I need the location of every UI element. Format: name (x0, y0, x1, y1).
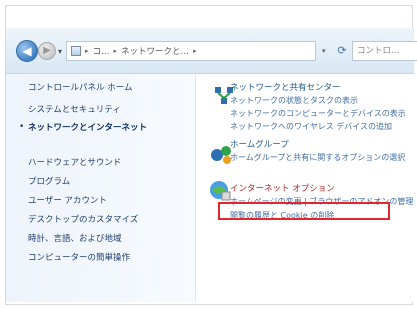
link-add-wireless-device[interactable]: ネットワークへのワイヤレス デバイスの追加 (230, 121, 392, 132)
sidebar: コントロールパネル ホーム システムとセキュリティ • ネットワークとインターネ… (6, 74, 196, 302)
navigation-toolbar: ◀ ▶ ▾ ▸ コ… ▸ ネットワークと… ▸ ▾ ⟳ コントロ… (6, 28, 417, 74)
breadcrumb-network[interactable]: ネットワークと… (121, 45, 189, 57)
address-bar[interactable]: ▸ コ… ▸ ネットワークと… ▸ (66, 41, 316, 61)
control-panel-window: ◀ ▶ ▾ ▸ コ… ▸ ネットワークと… ▸ ▾ ⟳ コントロ… コントロール… (5, 5, 417, 305)
category-title-homegroup[interactable]: ホームグループ (230, 138, 289, 150)
sidebar-item-network-internet[interactable]: ネットワークとインターネット (28, 122, 152, 135)
sidebar-item-control-panel-home[interactable]: コントロールパネル ホーム (28, 81, 132, 93)
sidebar-item-user-accounts[interactable]: ユーザー アカウント (28, 194, 107, 206)
internet-options-icon (210, 181, 231, 201)
category-title-network-sharing-center[interactable]: ネットワークと共有センター (230, 81, 341, 93)
sidebar-item-system-security[interactable]: システムとセキュリティ (28, 103, 121, 115)
link-view-network-status[interactable]: ネットワークの状態とタスクの表示 (230, 95, 358, 106)
sidebar-item-desktop-customization[interactable]: デスクトップのカスタマイズ (28, 213, 138, 225)
category-title-internet-options[interactable]: インターネット オプション (230, 182, 335, 194)
sidebar-item-clock-language-region[interactable]: 時計、言語、および地域 (28, 232, 122, 244)
refresh-icon[interactable]: ⟳ (334, 43, 350, 59)
recent-pages-dropdown[interactable]: ▾ (58, 47, 62, 56)
breadcrumb-separator-icon[interactable]: ▸ (85, 47, 89, 55)
control-panel-icon (71, 46, 81, 56)
forward-button[interactable]: ▶ (38, 42, 56, 60)
breadcrumb-control-panel[interactable]: コ… (93, 45, 110, 57)
sidebar-item-programs[interactable]: プログラム (28, 175, 70, 187)
current-item-bullet-icon: • (19, 122, 25, 132)
back-button[interactable]: ◀ (16, 40, 38, 62)
search-input[interactable]: コントロ… (352, 41, 417, 61)
link-view-network-computers[interactable]: ネットワークのコンピューターとデバイスの表示 (230, 108, 406, 119)
highlight-box (218, 202, 390, 220)
sidebar-item-hardware-sound[interactable]: ハードウェアとサウンド (28, 156, 121, 168)
breadcrumb-separator-icon[interactable]: ▸ (114, 47, 118, 55)
sidebar-item-ease-of-access[interactable]: コンピューターの簡単操作 (28, 251, 130, 263)
main-content: ネットワークと共有センター ネットワークの状態とタスクの表示 ネットワークのコン… (196, 74, 414, 302)
link-homegroup-sharing-options[interactable]: ホームグループと共有に関するオプションの選択 (230, 152, 405, 163)
address-dropdown-icon[interactable]: ▾ (322, 47, 326, 55)
breadcrumb-separator-icon[interactable]: ▸ (193, 47, 197, 55)
